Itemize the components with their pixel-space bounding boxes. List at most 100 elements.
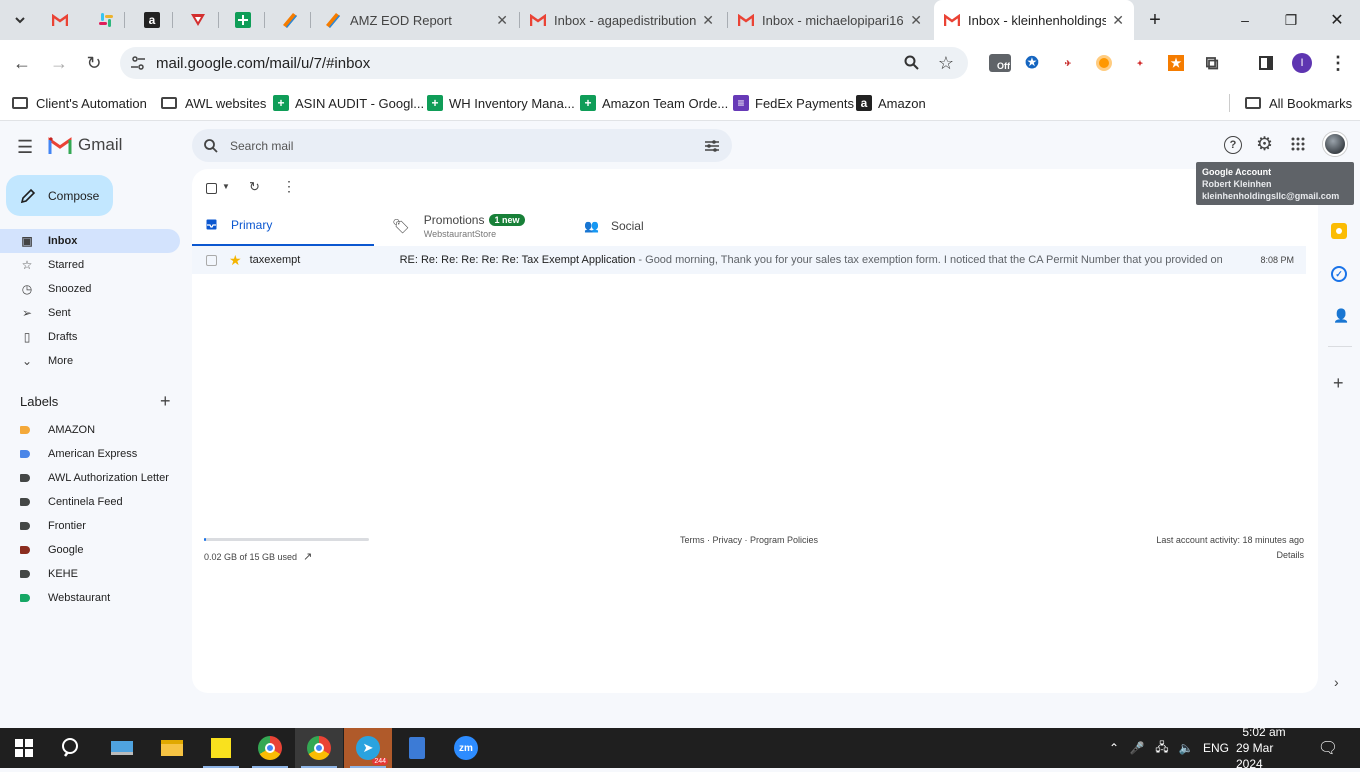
gmail-logo[interactable]: Gmail (48, 135, 122, 155)
show-side-panel-icon[interactable]: › (1334, 674, 1339, 690)
star-icon[interactable]: ★ (229, 252, 242, 269)
tasks-icon[interactable]: ✓ (1331, 266, 1347, 282)
nav-sent[interactable]: ➢ Sent (0, 301, 180, 325)
extension-icon-2[interactable]: ✈ (1058, 53, 1078, 73)
taskbar-chrome-profile[interactable] (295, 728, 343, 768)
tab-social[interactable]: 👥 Social (584, 205, 764, 247)
label-item[interactable]: Centinela Feed (0, 490, 180, 514)
pinned-tab-sheets[interactable] (229, 8, 257, 32)
address-bar[interactable]: mail.google.com/mail/u/7/#inbox ☆ (120, 47, 968, 79)
new-tab-button[interactable]: + (1132, 0, 1178, 40)
label-item[interactable]: AMAZON (0, 418, 180, 442)
nav-snoozed[interactable]: ◷ Snoozed (0, 277, 180, 301)
taskbar-laptop-app[interactable] (98, 728, 146, 768)
search-options-icon[interactable] (704, 139, 720, 153)
chrome-menu-button[interactable]: ⋮ (1328, 53, 1348, 73)
notifications-icon[interactable]: 🗨 (1314, 728, 1342, 768)
keep-icon[interactable] (1331, 223, 1347, 239)
search-button[interactable] (48, 728, 96, 768)
close-tab-icon[interactable]: ✕ (702, 12, 714, 29)
pinned-tab-app[interactable] (184, 8, 212, 32)
external-link-icon[interactable]: ↗ (303, 550, 312, 563)
tab-primary[interactable]: Primary (192, 205, 374, 247)
taskbar-chrome[interactable] (246, 728, 294, 768)
language-indicator[interactable]: ENG (1202, 728, 1230, 768)
close-window-button[interactable]: ✕ (1314, 0, 1360, 40)
search-input[interactable]: Search mail (230, 139, 293, 153)
nav-more[interactable]: ⌄ More (0, 349, 180, 373)
pinned-tab-gmail[interactable] (46, 8, 74, 32)
taskbar-telegram[interactable]: ➤ 244 (344, 728, 392, 768)
account-avatar[interactable] (1323, 132, 1347, 156)
show-hidden-icons[interactable]: ⌃ (1104, 728, 1124, 768)
profile-button[interactable]: I (1292, 53, 1312, 73)
label-item[interactable]: Frontier (0, 514, 180, 538)
reload-button[interactable]: ↻ (79, 48, 109, 78)
settings-gear-icon[interactable]: ⚙ (1256, 133, 1273, 156)
nav-inbox[interactable]: ▣ Inbox (0, 229, 180, 253)
extension-icon-4[interactable]: ✦ (1130, 53, 1150, 73)
apps-grid-icon[interactable] (1291, 137, 1305, 151)
get-addons-plus-icon[interactable]: + (1333, 373, 1344, 394)
create-label-plus-icon[interactable]: + (160, 391, 171, 412)
bookmark-amazon-team-orders[interactable]: + Amazon Team Orde... (580, 92, 728, 114)
compose-button[interactable]: Compose (6, 175, 113, 216)
extensions-button[interactable]: ⧉ (1202, 53, 1222, 73)
footer-links[interactable]: Terms · Privacy · Program Policies (680, 535, 818, 545)
tab-inbox-michael[interactable]: Inbox - michaelopipari16 ✕ (728, 0, 932, 40)
email-row[interactable]: ★ taxexempt RE: Re: Re: Re: Re: Re: Tax … (192, 246, 1306, 274)
label-item[interactable]: AWL Authorization Letter (0, 466, 180, 490)
close-tab-icon[interactable]: ✕ (496, 12, 508, 29)
details-link[interactable]: Details (1276, 550, 1304, 560)
taskbar-zoom[interactable]: zm (442, 728, 490, 768)
all-bookmarks[interactable]: All Bookmarks (1245, 92, 1352, 114)
side-panel-button[interactable] (1256, 53, 1276, 73)
select-all-checkbox[interactable] (206, 183, 217, 194)
help-icon[interactable]: ? (1224, 136, 1242, 154)
clock[interactable]: 5:02 am 29 Mar 2024 (1236, 725, 1292, 771)
close-tab-icon[interactable]: ✕ (910, 12, 922, 29)
tab-amz-eod-report[interactable]: AMZ EOD Report ✕ (314, 0, 518, 40)
row-checkbox[interactable] (206, 254, 217, 266)
microphone-icon[interactable]: 🎤 (1128, 728, 1146, 768)
nav-drafts[interactable]: ▯ Drafts (0, 325, 180, 349)
pinned-tab-pencil-app[interactable] (276, 8, 304, 32)
extension-icon-1[interactable]: ✪ (1022, 53, 1042, 73)
bookmark-asin-audit[interactable]: + ASIN AUDIT - Googl... (273, 92, 424, 114)
network-icon[interactable]: 🖧 (1152, 728, 1172, 768)
bookmark-star-icon[interactable]: ☆ (938, 53, 954, 74)
restore-button[interactable]: ❐ (1268, 0, 1314, 40)
bookmark-awl-websites[interactable]: AWL websites (161, 92, 266, 114)
tab-search-button[interactable] (8, 8, 32, 32)
search-bar[interactable]: Search mail (192, 129, 732, 162)
tab-promotions[interactable]: 🏷 Promotions 1 new WebstaurantStore (392, 205, 572, 247)
label-item[interactable]: Google (0, 538, 180, 562)
pinned-tab-slack[interactable] (92, 8, 120, 32)
taskbar-calculator[interactable] (393, 728, 441, 768)
bookmark-wh-inventory[interactable]: + WH Inventory Mana... (427, 92, 575, 114)
label-item[interactable]: Webstaurant (0, 586, 180, 610)
contacts-icon[interactable]: 👤 (1333, 308, 1349, 324)
tab-inbox-agape[interactable]: Inbox - agapedistribution ✕ (520, 0, 724, 40)
nav-starred[interactable]: ☆ Starred (0, 253, 180, 277)
bookmark-fedex-payments[interactable]: ≡ FedEx Payments (733, 92, 854, 114)
tab-inbox-kleinhen[interactable]: Inbox - kleinhenholdingsll ✕ (934, 0, 1134, 40)
close-tab-icon[interactable]: ✕ (1112, 12, 1124, 29)
bookmark-clients-automation[interactable]: Client's Automation (12, 92, 147, 114)
main-menu-button[interactable]: ☰ (17, 137, 33, 158)
bookmark-amazon[interactable]: a Amazon (856, 92, 926, 114)
forward-button[interactable]: → (44, 48, 74, 78)
taskbar-file-explorer[interactable] (148, 728, 196, 768)
volume-icon[interactable]: 🔈 (1176, 728, 1196, 768)
extension-icon-3[interactable] (1094, 53, 1114, 73)
minimize-button[interactable]: – (1222, 0, 1268, 40)
extension-off[interactable]: Off (988, 53, 1012, 73)
extension-icon-5[interactable]: ★ (1166, 53, 1186, 73)
label-item[interactable]: American Express (0, 442, 180, 466)
refresh-icon[interactable]: ↻ (249, 179, 260, 195)
start-button[interactable] (0, 728, 48, 768)
more-options-icon[interactable]: ⋮ (282, 178, 296, 195)
select-dropdown-icon[interactable]: ▼ (222, 182, 230, 191)
taskbar-sticky-notes[interactable] (197, 728, 245, 768)
pinned-tab-amazon[interactable]: a (138, 8, 166, 32)
